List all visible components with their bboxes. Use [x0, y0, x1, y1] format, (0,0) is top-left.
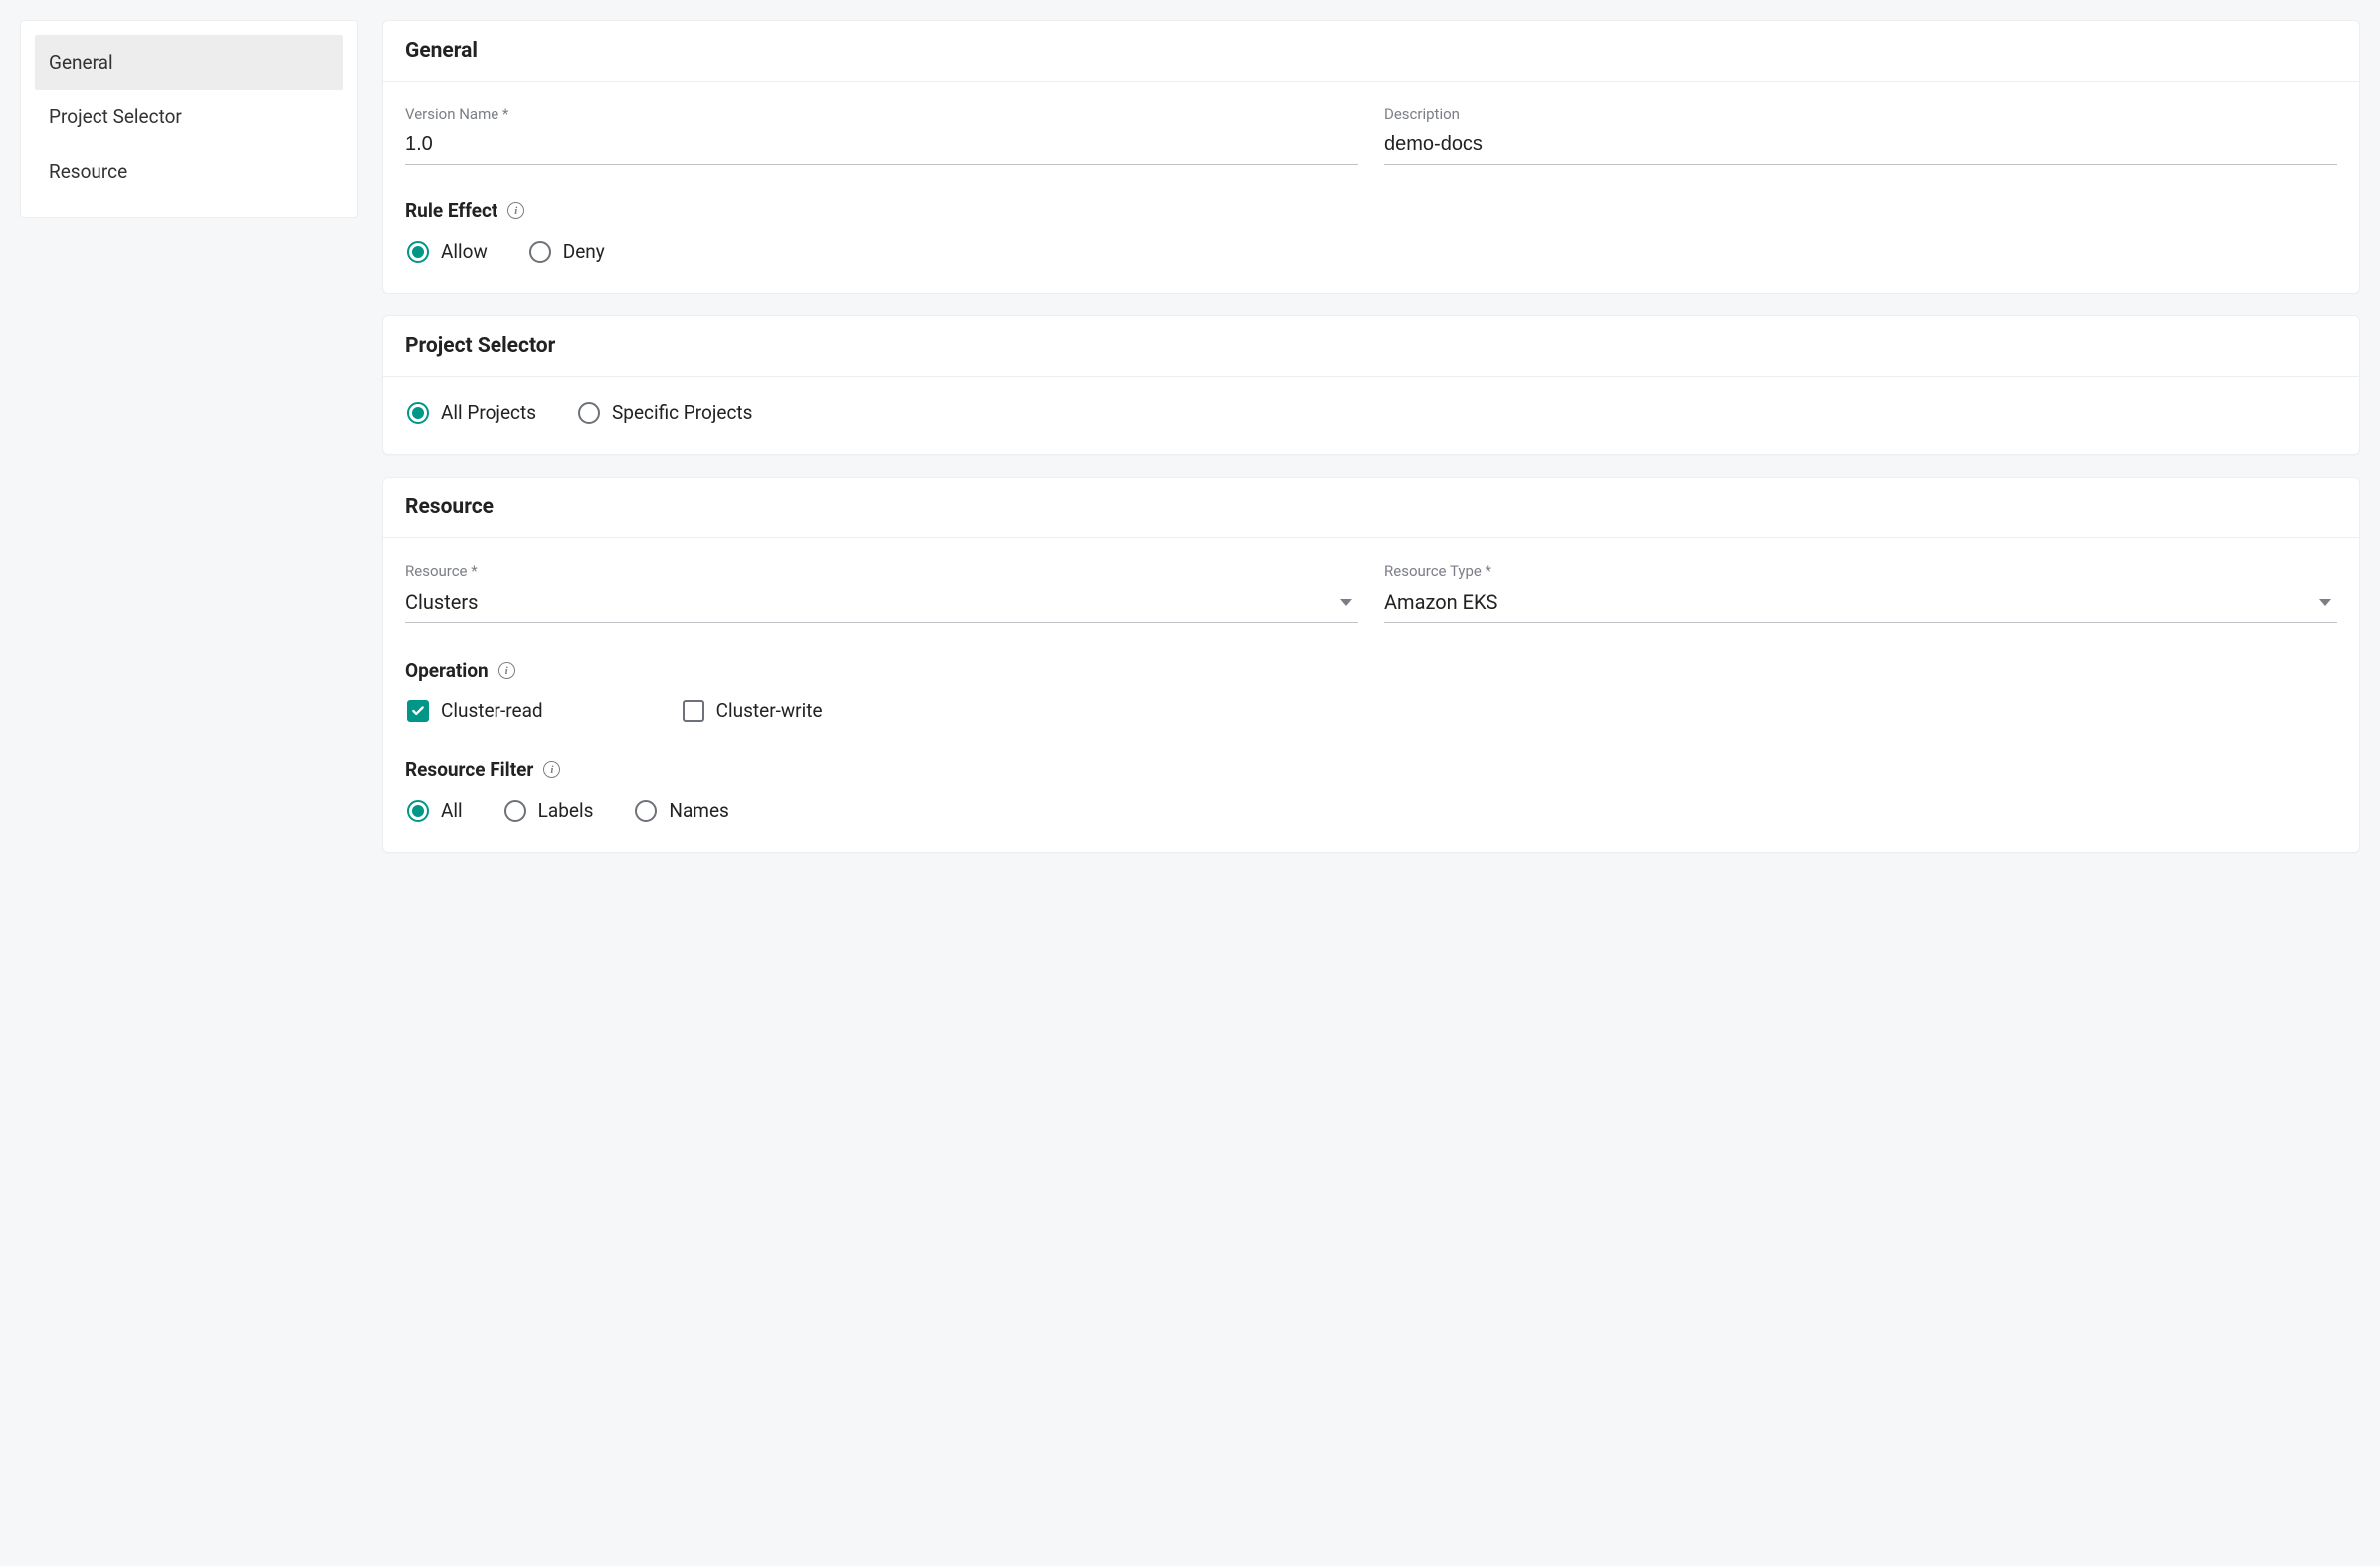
radio-all-projects-label: All Projects — [441, 401, 536, 424]
resource-field-label: Resource * — [405, 562, 1358, 580]
checkbox-cluster-read-label: Cluster-read — [441, 699, 543, 722]
radio-icon — [407, 241, 429, 263]
resource-title: Resource — [405, 495, 2337, 519]
radio-filter-names-label: Names — [669, 799, 728, 822]
radio-allow[interactable]: Allow — [407, 240, 488, 263]
resource-fields-row: Resource * Clusters Resource Type * Amaz… — [405, 562, 2337, 623]
radio-icon — [635, 800, 657, 822]
project-selector-title: Project Selector — [405, 334, 2337, 358]
sidebar-item-project-selector[interactable]: Project Selector — [35, 90, 343, 144]
project-selector-body: All Projects Specific Projects — [383, 377, 2359, 454]
radio-deny[interactable]: Deny — [529, 240, 605, 263]
checkbox-icon — [407, 700, 429, 722]
general-fields-row: Version Name * Description — [405, 105, 2337, 165]
general-title: General — [405, 39, 2337, 63]
resource-field: Resource * Clusters — [405, 562, 1358, 623]
radio-allow-label: Allow — [441, 240, 488, 263]
radio-filter-labels[interactable]: Labels — [504, 799, 594, 822]
radio-icon — [578, 402, 600, 424]
checkbox-cluster-write-label: Cluster-write — [716, 699, 823, 722]
checkbox-icon — [683, 700, 704, 722]
general-card: General Version Name * Description Rule … — [382, 20, 2360, 294]
radio-icon — [504, 800, 526, 822]
radio-filter-labels-label: Labels — [538, 799, 594, 822]
info-icon[interactable]: i — [543, 761, 560, 778]
radio-icon — [407, 402, 429, 424]
resource-card-header: Resource — [383, 478, 2359, 538]
resource-select-value: Clusters — [405, 590, 478, 614]
general-card-header: General — [383, 21, 2359, 82]
rule-effect-heading: Rule Effect i — [405, 199, 2337, 222]
resource-type-label: Resource Type * — [1384, 562, 2337, 580]
chevron-down-icon — [2319, 599, 2331, 606]
description-label: Description — [1384, 105, 2337, 123]
radio-icon — [407, 800, 429, 822]
checkbox-cluster-read[interactable]: Cluster-read — [407, 699, 543, 722]
version-name-label: Version Name * — [405, 105, 1358, 123]
resource-type-field: Resource Type * Amazon EKS — [1384, 562, 2337, 623]
resource-filter-heading-text: Resource Filter — [405, 758, 533, 781]
project-selector-card: Project Selector All Projects Specific P… — [382, 315, 2360, 455]
checkbox-cluster-write[interactable]: Cluster-write — [683, 699, 823, 722]
radio-specific-projects-label: Specific Projects — [612, 401, 752, 424]
resource-filter-options: All Labels Names — [405, 799, 2337, 822]
radio-filter-all-label: All — [441, 799, 463, 822]
main-content: General Version Name * Description Rule … — [382, 20, 2360, 853]
rule-effect-heading-text: Rule Effect — [405, 199, 497, 222]
resource-filter-heading: Resource Filter i — [405, 758, 2337, 781]
version-name-input[interactable] — [405, 129, 1358, 165]
rule-effect-options: Allow Deny — [405, 240, 2337, 263]
sidebar-item-resource[interactable]: Resource — [35, 144, 343, 199]
radio-icon — [529, 241, 551, 263]
sidebar-item-general[interactable]: General — [35, 35, 343, 90]
chevron-down-icon — [1340, 599, 1352, 606]
radio-filter-all[interactable]: All — [407, 799, 463, 822]
resource-type-select-value: Amazon EKS — [1384, 590, 1497, 614]
section-nav-sidebar: General Project Selector Resource — [20, 20, 358, 218]
page-root: General Project Selector Resource Genera… — [0, 0, 2380, 873]
info-icon[interactable]: i — [498, 662, 515, 679]
description-field: Description — [1384, 105, 2337, 165]
radio-specific-projects[interactable]: Specific Projects — [578, 401, 752, 424]
description-input[interactable] — [1384, 129, 2337, 165]
radio-deny-label: Deny — [563, 240, 605, 263]
resource-card: Resource Resource * Clusters Resource Ty… — [382, 477, 2360, 853]
operation-options: Cluster-read Cluster-write — [405, 699, 2337, 722]
project-selector-options: All Projects Specific Projects — [405, 401, 2337, 424]
project-selector-header: Project Selector — [383, 316, 2359, 377]
resource-type-select[interactable]: Amazon EKS — [1384, 586, 2337, 623]
operation-heading-text: Operation — [405, 659, 489, 682]
info-icon[interactable]: i — [507, 202, 524, 219]
version-name-field: Version Name * — [405, 105, 1358, 165]
resource-card-body: Resource * Clusters Resource Type * Amaz… — [383, 538, 2359, 852]
radio-all-projects[interactable]: All Projects — [407, 401, 536, 424]
resource-select[interactable]: Clusters — [405, 586, 1358, 623]
general-card-body: Version Name * Description Rule Effect i — [383, 82, 2359, 293]
radio-filter-names[interactable]: Names — [635, 799, 728, 822]
operation-heading: Operation i — [405, 659, 2337, 682]
